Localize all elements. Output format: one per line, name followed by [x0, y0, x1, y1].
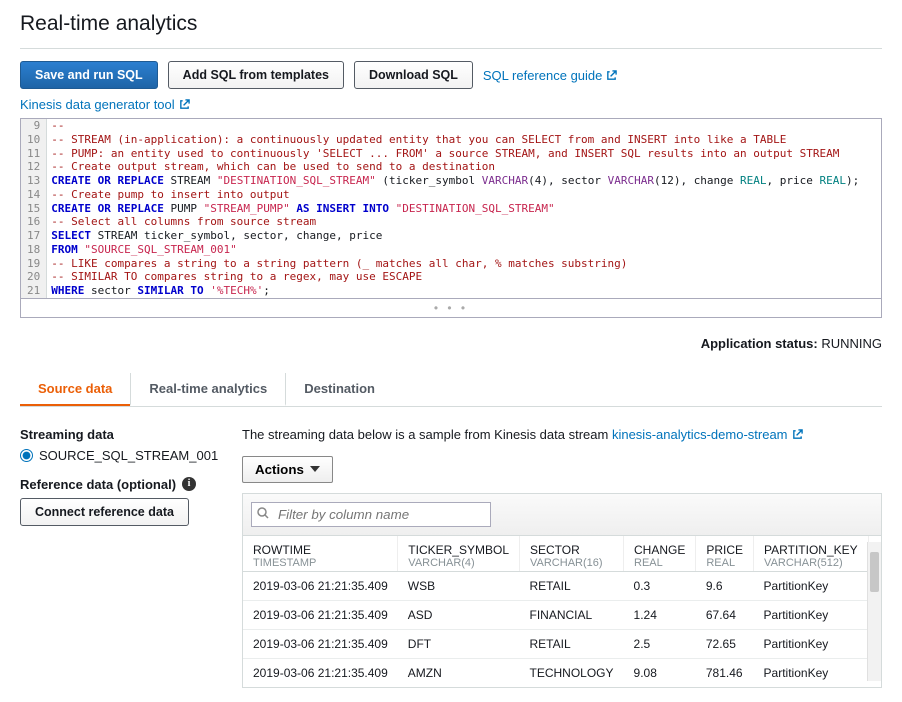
table-cell: TECHNOLOGY	[520, 658, 624, 687]
tab-source-data[interactable]: Source data	[20, 373, 130, 406]
stream-name-label: SOURCE_SQL_STREAM_001	[39, 448, 218, 463]
sql-reference-link[interactable]: SQL reference guide	[483, 68, 617, 83]
connect-reference-data-button[interactable]: Connect reference data	[20, 498, 189, 526]
actions-dropdown[interactable]: Actions	[242, 456, 333, 483]
add-sql-templates-button[interactable]: Add SQL from templates	[168, 61, 344, 89]
data-table: ROWTIMETIMESTAMPTICKER_SYMBOLVARCHAR(4)S…	[243, 536, 882, 687]
data-table-wrap: ROWTIMETIMESTAMPTICKER_SYMBOLVARCHAR(4)S…	[242, 536, 882, 688]
table-cell: PartitionKey	[754, 629, 869, 658]
table-cell: FINANCIAL	[520, 600, 624, 629]
sql-editor[interactable]: 9101112131415161718192021 ---- STREAM (i…	[20, 118, 882, 299]
table-cell: RETAIL	[520, 571, 624, 600]
demo-stream-link[interactable]: kinesis-analytics-demo-stream	[612, 427, 803, 442]
column-header[interactable]: PRICEREAL	[696, 536, 754, 572]
column-header[interactable]: PARTITION_KEYVARCHAR(512)	[754, 536, 869, 572]
chevron-down-icon	[310, 466, 320, 472]
kinesis-generator-link[interactable]: Kinesis data generator tool	[20, 97, 190, 112]
status-value: RUNNING	[821, 336, 882, 351]
info-icon[interactable]: i	[182, 477, 196, 491]
table-cell: WSB	[398, 571, 520, 600]
reference-data-label: Reference data (optional)	[20, 477, 176, 492]
content: The streaming data below is a sample fro…	[242, 427, 882, 688]
table-cell: AMZN	[398, 658, 520, 687]
table-row[interactable]: 2019-03-06 21:21:35.409DFTRETAIL2.572.65…	[243, 629, 882, 658]
table-row[interactable]: 2019-03-06 21:21:35.409AMZNTECHNOLOGY9.0…	[243, 658, 882, 687]
kinesis-generator-label: Kinesis data generator tool	[20, 97, 175, 112]
table-cell: 72.65	[696, 629, 754, 658]
table-cell: 2019-03-06 21:21:35.409	[243, 629, 398, 658]
status-label: Application status:	[701, 336, 818, 351]
table-cell: 2.5	[624, 629, 696, 658]
stream-radio[interactable]	[20, 449, 33, 462]
table-cell: DFT	[398, 629, 520, 658]
table-cell: 9.6	[696, 571, 754, 600]
table-cell: RETAIL	[520, 629, 624, 658]
editor-gutter: 9101112131415161718192021	[21, 119, 47, 298]
save-run-sql-button[interactable]: Save and run SQL	[20, 61, 158, 89]
table-cell: PartitionKey	[754, 658, 869, 687]
vertical-scrollbar[interactable]	[867, 542, 881, 681]
toolbar: Save and run SQL Add SQL from templates …	[20, 61, 882, 89]
filter-input[interactable]	[251, 502, 491, 527]
filter-bar	[242, 493, 882, 536]
sidebar: Streaming data SOURCE_SQL_STREAM_001 Ref…	[20, 427, 210, 688]
table-cell: 2019-03-06 21:21:35.409	[243, 571, 398, 600]
column-header[interactable]: CHANGEREAL	[624, 536, 696, 572]
table-cell: 1.24	[624, 600, 696, 629]
sql-reference-label: SQL reference guide	[483, 68, 602, 83]
application-status: Application status: RUNNING	[20, 336, 882, 351]
table-row[interactable]: 2019-03-06 21:21:35.409ASDFINANCIAL1.246…	[243, 600, 882, 629]
table-cell: PartitionKey	[754, 600, 869, 629]
download-sql-button[interactable]: Download SQL	[354, 61, 473, 89]
table-cell: 0.3	[624, 571, 696, 600]
actions-label: Actions	[255, 462, 304, 477]
tab-real-time-analytics[interactable]: Real-time analytics	[130, 373, 285, 406]
table-cell: 2019-03-06 21:21:35.409	[243, 600, 398, 629]
external-link-icon	[179, 99, 190, 110]
desc-text: The streaming data below is a sample fro…	[242, 427, 612, 442]
column-header[interactable]: ROWTIMETIMESTAMP	[243, 536, 398, 572]
streaming-data-heading: Streaming data	[20, 427, 210, 442]
reference-data-heading: Reference data (optional) i	[20, 477, 210, 492]
scrollbar-thumb[interactable]	[870, 552, 879, 592]
resize-handle[interactable]: • • •	[20, 299, 882, 318]
table-cell: PartitionKey	[754, 571, 869, 600]
table-cell: 781.46	[696, 658, 754, 687]
external-link-icon	[792, 429, 803, 440]
stream-radio-row[interactable]: SOURCE_SQL_STREAM_001	[20, 448, 210, 463]
table-cell: 67.64	[696, 600, 754, 629]
column-header[interactable]: TICKER_SYMBOLVARCHAR(4)	[398, 536, 520, 572]
stream-description: The streaming data below is a sample fro…	[242, 427, 882, 442]
editor-code[interactable]: ---- STREAM (in-application): a continuo…	[47, 119, 881, 298]
column-header[interactable]: SECTORVARCHAR(16)	[520, 536, 624, 572]
external-link-icon	[606, 70, 617, 81]
tabs: Source dataReal-time analyticsDestinatio…	[20, 373, 882, 407]
table-cell: ASD	[398, 600, 520, 629]
demo-stream-label: kinesis-analytics-demo-stream	[612, 427, 788, 442]
table-cell: 2019-03-06 21:21:35.409	[243, 658, 398, 687]
table-row[interactable]: 2019-03-06 21:21:35.409WSBRETAIL0.39.6Pa…	[243, 571, 882, 600]
tab-destination[interactable]: Destination	[285, 373, 393, 406]
search-icon	[257, 507, 269, 519]
page-title: Real-time analytics	[20, 8, 882, 49]
table-cell: 9.08	[624, 658, 696, 687]
